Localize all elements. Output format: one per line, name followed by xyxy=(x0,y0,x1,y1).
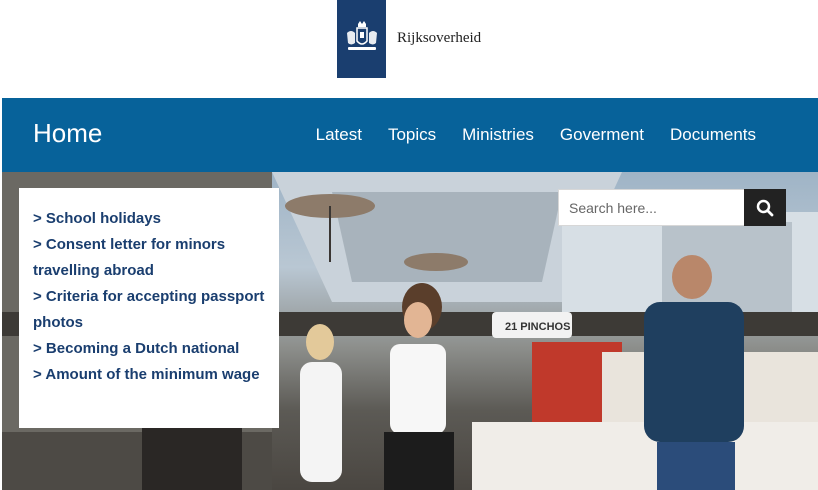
hero-sign: 21 PINCHOS xyxy=(505,321,570,333)
quick-links-panel: > School holidays > Consent letter for m… xyxy=(19,188,279,428)
quick-link-school-holidays[interactable]: > School holidays xyxy=(33,210,161,227)
logo-text: Rijksoverheid xyxy=(397,30,482,46)
nav-home[interactable]: Home xyxy=(33,118,102,149)
top-header: Rijksoverheid xyxy=(0,0,818,98)
quick-link-item[interactable]: > Becoming a Dutch national xyxy=(33,336,265,362)
search-button[interactable] xyxy=(744,189,786,226)
quick-link-minimum-wage[interactable]: > Amount of the minimum wage xyxy=(33,366,260,383)
quick-link-item[interactable]: > Consent letter for minors travelling a… xyxy=(33,232,265,284)
quick-link-item[interactable]: > Criteria for accepting passport photos xyxy=(33,284,265,336)
quick-link-item[interactable]: > Amount of the minimum wage xyxy=(33,362,265,388)
quick-link-item[interactable]: > School holidays xyxy=(33,206,265,232)
search-input[interactable] xyxy=(558,189,744,226)
quick-link-consent-letter[interactable]: > Consent letter for minors travelling a… xyxy=(33,236,225,279)
main-nav: Home Latest Topics Ministries Goverment … xyxy=(2,98,818,172)
nav-link-latest[interactable]: Latest xyxy=(316,125,362,145)
search-box xyxy=(558,189,786,226)
nav-link-topics[interactable]: Topics xyxy=(388,125,436,145)
nav-link-documents[interactable]: Documents xyxy=(670,125,756,145)
quick-link-dutch-national[interactable]: > Becoming a Dutch national xyxy=(33,340,239,357)
logo[interactable] xyxy=(337,0,386,78)
nav-link-ministries[interactable]: Ministries xyxy=(462,125,534,145)
search-icon xyxy=(756,199,774,216)
quick-links-list: > School holidays > Consent letter for m… xyxy=(33,206,265,388)
quick-link-passport-photos[interactable]: > Criteria for accepting passport photos xyxy=(33,288,264,331)
nav-links: Latest Topics Ministries Goverment Docum… xyxy=(316,125,756,145)
crest-icon xyxy=(346,21,377,50)
nav-link-goverment[interactable]: Goverment xyxy=(560,125,644,145)
